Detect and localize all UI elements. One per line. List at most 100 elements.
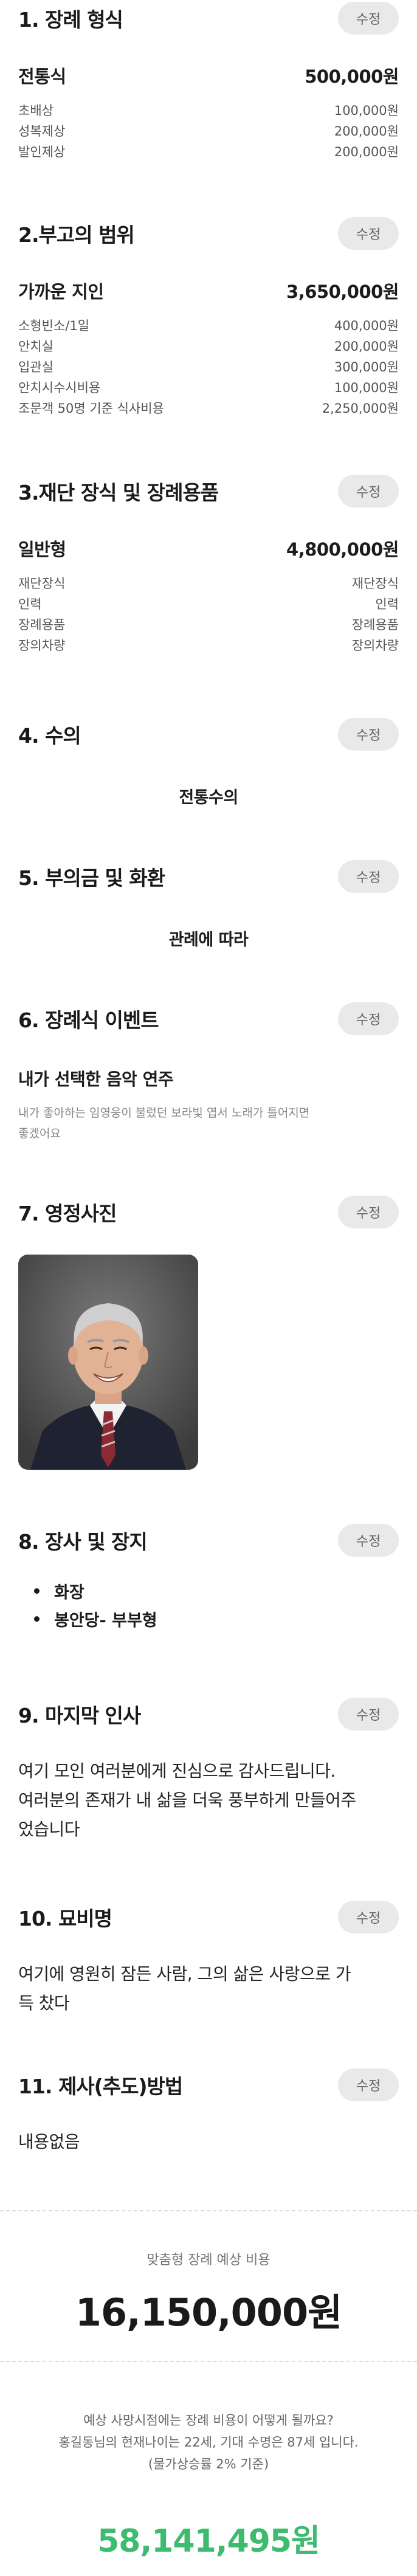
package-name: 가까운 지인: [18, 281, 104, 302]
portrait-photo: [18, 1255, 198, 1470]
greeting-text: 여기 모인 여러분에게 진심으로 감사드립니다. 여러분의 존재가 내 삶을 더…: [0, 1757, 417, 1844]
item-price: 장례용품: [351, 618, 399, 632]
edit-button[interactable]: 수정: [338, 860, 399, 893]
event-title: 내가 선택한 음악 연주: [18, 1069, 174, 1089]
item-name: 초배상: [18, 103, 53, 118]
list-item: 장의차량 장의차량: [18, 635, 399, 655]
item-name: 인력: [18, 597, 42, 611]
package-name: 일반형: [18, 539, 66, 560]
shroud-value: 전통수의: [179, 788, 238, 807]
future-cost-value: 58,141,495원: [97, 2523, 320, 2560]
greeting-line: 었습니다: [18, 1819, 80, 1839]
item-name: 안치시수시비용: [18, 381, 101, 395]
item-name: 소형빈소/1일: [18, 319, 90, 333]
item-price: 300,000원: [334, 360, 399, 374]
future-cost-age-info: 홍길동님의 현재나이는 22세, 기대 수명은 87세 입니다.: [58, 2435, 359, 2450]
total-cost-block: 맞춤형 장례 예상 비용 16,150,000원: [0, 2249, 417, 2337]
item-price: 2,250,000원: [322, 401, 399, 416]
burial-item: 화장: [54, 1583, 84, 1602]
item-price: 200,000원: [334, 339, 399, 354]
event-description: 내가 좋아하는 임영웅이 불렀던 보라빛 엽서 노래가 틀어지면: [18, 1106, 310, 1120]
package-name: 전통식: [18, 66, 66, 87]
future-cost-basis: (물가상승률 2% 기준): [148, 2457, 269, 2471]
edit-button[interactable]: 수정: [338, 1524, 399, 1557]
package-price: 3,650,000원: [286, 281, 399, 302]
edit-button[interactable]: 수정: [338, 2068, 399, 2101]
bullet-icon: [34, 1616, 40, 1622]
edit-button[interactable]: 수정: [338, 475, 399, 508]
list-item: 발인제상 200,000원: [18, 141, 399, 162]
edit-button[interactable]: 수정: [338, 2, 399, 35]
section-memorial-method: 11. 제사(추도)방법 수정 내용없음: [0, 2067, 417, 2157]
divider: [0, 2361, 417, 2362]
greeting-line: 여러분의 존재가 내 삶을 더욱 풍부하게 만들어주: [18, 1790, 356, 1810]
edit-button[interactable]: 수정: [338, 217, 399, 250]
list-item: 장례용품 장례용품: [18, 614, 399, 635]
greeting-line: 여기 모인 여러분에게 진심으로 감사드립니다.: [18, 1761, 336, 1781]
item-price: 100,000원: [334, 381, 399, 395]
list-item: 화장: [34, 1577, 417, 1605]
future-cost-block: 예상 사망시점에는 장례 비용이 어떻게 될까요? 홍길동님의 현재나이는 22…: [0, 2409, 417, 2561]
list-item: 초배상 100,000원: [18, 100, 399, 120]
list-item: 소형빈소/1일 400,000원: [18, 315, 399, 336]
section-epitaph: 10. 묘비명 수정 여기에 영원히 잠든 사람, 그의 삶은 사랑으로 가 득…: [0, 1899, 417, 2018]
future-cost-question: 예상 사망시점에는 장례 비용이 어떻게 될까요?: [83, 2413, 334, 2428]
section-title: 1. 장례 형식: [18, 8, 123, 32]
list-item: 성복제상 200,000원: [18, 120, 399, 141]
list-item: 재단장식 재단장식: [18, 573, 399, 593]
section-funeral-event: 6. 장례식 이벤트 수정 내가 선택한 음악 연주 내가 좋아하는 임영웅이 …: [0, 1000, 417, 1144]
event-description: 좋겠어요: [18, 1127, 61, 1140]
epitaph-line: 득 찼다: [18, 1993, 70, 2013]
item-name: 입관실: [18, 360, 53, 374]
funeral-plan-page: 1. 장례 형식 수정 전통식 500,000원 초배상 100,000원 성복제…: [0, 0, 417, 2576]
item-price: 인력: [375, 597, 399, 611]
list-item: 안치실 200,000원: [18, 336, 399, 356]
edit-button[interactable]: 수정: [338, 1698, 399, 1731]
section-shroud: 4. 수의 수정 전통수의: [0, 716, 417, 808]
item-name: 성복제상: [18, 124, 66, 139]
edit-button[interactable]: 수정: [338, 718, 399, 751]
section-title: 6. 장례식 이벤트: [18, 1008, 159, 1032]
section-funeral-format: 1. 장례 형식 수정 전통식 500,000원 초배상 100,000원 성복제…: [0, 0, 417, 162]
section-title: 7. 영정사진: [18, 1202, 117, 1225]
section-title: 10. 묘비명: [18, 1907, 112, 1930]
bullet-icon: [34, 1588, 40, 1594]
item-name: 장의차량: [18, 638, 66, 653]
item-price: 100,000원: [334, 103, 399, 118]
list-item: 조문객 50명 기준 식사비용 2,250,000원: [18, 398, 399, 418]
epitaph-text: 여기에 영원히 잠든 사람, 그의 삶은 사랑으로 가 득 찼다: [0, 1960, 417, 2018]
epitaph-line: 여기에 영원히 잠든 사람, 그의 삶은 사랑으로 가: [18, 1964, 351, 1984]
edit-button[interactable]: 수정: [338, 1901, 399, 1934]
total-cost-label: 맞춤형 장례 예상 비용: [146, 2253, 271, 2268]
memorial-method-value: 내용없음: [18, 2132, 80, 2152]
section-burial: 8. 장사 및 장지 수정 화장 봉안당- 부부형: [0, 1522, 417, 1633]
edit-button[interactable]: 수정: [338, 1196, 399, 1228]
section-obituary-range: 2.부고의 범위 수정 가까운 지인 3,650,000원 소형빈소/1일 400…: [0, 215, 417, 418]
list-item: 봉안당- 부부형: [34, 1605, 417, 1633]
section-altar-supplies: 3.재단 장식 및 장례용품 수정 일반형 4,800,000원 재단장식 재단장…: [0, 473, 417, 655]
section-title: 11. 제사(추도)방법: [18, 2075, 183, 2098]
item-name: 조문객 50명 기준 식사비용: [18, 401, 164, 416]
item-price: 200,000원: [334, 145, 399, 159]
section-title: 3.재단 장식 및 장례용품: [18, 481, 219, 505]
item-name: 장례용품: [18, 618, 66, 632]
item-name: 안치실: [18, 339, 53, 354]
section-title: 9. 마지막 인사: [18, 1704, 141, 1727]
item-price: 장의차량: [351, 638, 399, 653]
divider: [0, 2210, 417, 2211]
item-price: 400,000원: [334, 319, 399, 333]
package-price: 4,800,000원: [286, 539, 399, 560]
section-title: 2.부고의 범위: [18, 223, 135, 247]
edit-button[interactable]: 수정: [338, 1002, 399, 1035]
section-title: 4. 수의: [18, 724, 81, 748]
item-price: 재단장식: [351, 576, 399, 591]
package-price: 500,000원: [305, 66, 399, 87]
portrait-photo-icon: [18, 1255, 198, 1470]
section-condolence-money: 5. 부의금 및 화환 수정 관례에 따라: [0, 858, 417, 950]
list-item: 인력 인력: [18, 593, 399, 614]
burial-item: 봉안당- 부부형: [54, 1611, 157, 1630]
item-price: 200,000원: [334, 124, 399, 139]
total-cost-value: 16,150,000원: [75, 2290, 342, 2335]
item-name: 재단장식: [18, 576, 66, 591]
section-title: 8. 장사 및 장지: [18, 1530, 148, 1554]
